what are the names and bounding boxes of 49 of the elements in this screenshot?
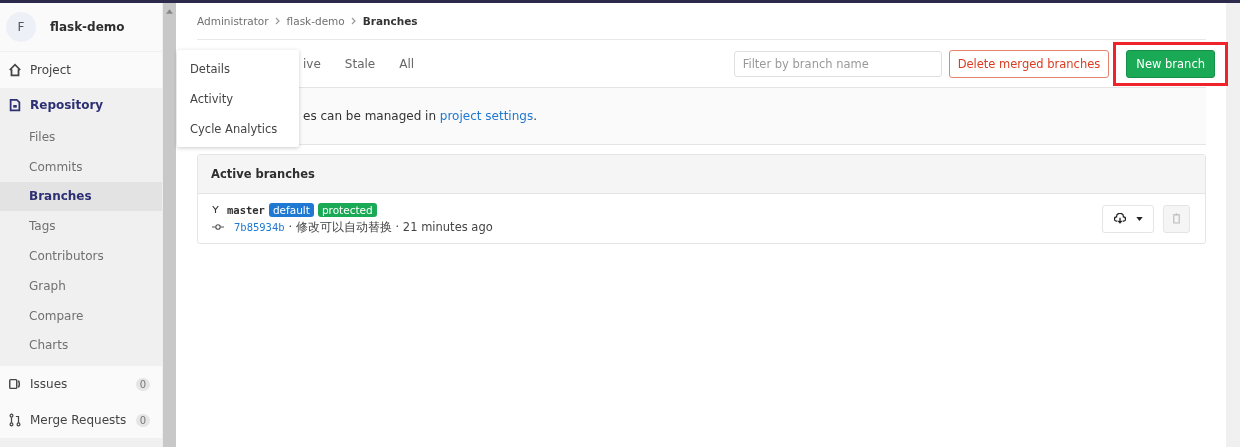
filter-tab[interactable]: Stale (344, 56, 376, 71)
breadcrumb-link[interactable]: flask-demo (286, 15, 345, 27)
commit-message: · 修改可以自动替换 · 21 minutes ago (288, 219, 493, 235)
delete-merged-button[interactable]: Delete merged branches (948, 49, 1110, 78)
breadcrumb-link[interactable]: Administrator (197, 15, 269, 27)
sidebar-item[interactable]: Project (0, 52, 162, 88)
branch-badge: default (268, 202, 314, 217)
sidebar-item[interactable]: Issues 0 (0, 366, 162, 403)
sidebar-subitem[interactable]: Contributors (0, 241, 162, 271)
card-title: Active branches (211, 167, 315, 181)
commit-icon (212, 223, 224, 231)
commit-sha-link[interactable]: 7b85934b (234, 221, 285, 233)
issues-icon (8, 377, 22, 392)
sidebar-subitem[interactable]: Compare (0, 300, 162, 331)
scrollbar-track[interactable] (1226, 3, 1240, 447)
filter-tab[interactable]: All (399, 56, 415, 71)
search-field[interactable]: Filter by branch name (733, 50, 942, 77)
document-icon (8, 98, 22, 112)
menu-item[interactable]: Cycle Analytics (177, 113, 299, 144)
sidebar-subitem[interactable]: Commits (0, 151, 162, 182)
sidebar-subitem[interactable]: Charts (0, 330, 162, 361)
sidebar-subitem[interactable]: Graph (0, 271, 162, 301)
info-text: es can be managed in project settings. (303, 109, 537, 123)
branch-name[interactable]: master (227, 203, 265, 216)
download-dropdown-button[interactable] (1102, 204, 1154, 233)
sidebar-item[interactable]: Repository (0, 88, 162, 122)
sidebar-subitem[interactable]: Tags (0, 211, 162, 242)
home-icon (8, 63, 22, 77)
chevron-right-icon (274, 17, 281, 25)
sidebar-subitem[interactable]: Branches (0, 181, 162, 212)
scroll-up-icon[interactable] (166, 9, 173, 14)
chevron-right-icon (350, 17, 357, 25)
menu-item[interactable]: Activity (177, 83, 299, 114)
breadcrumb-link[interactable]: Branches (362, 15, 418, 27)
count-badge: 0 (135, 413, 150, 427)
count-badge: 0 (135, 377, 150, 391)
caret-down-icon (1135, 216, 1143, 221)
trash-icon (1172, 213, 1181, 224)
branch-icon (212, 205, 219, 214)
sidebar-subitem[interactable]: Files (0, 122, 162, 152)
download-cloud-icon (1113, 213, 1126, 224)
merge-request-icon (8, 413, 22, 428)
filter-tab[interactable]: ive (303, 56, 321, 71)
sidebar-item[interactable]: Merge Requests 0 (0, 402, 162, 439)
menu-item[interactable]: Details (177, 53, 299, 84)
project-avatar[interactable]: F (6, 12, 36, 42)
branch-badge: protected (317, 202, 377, 217)
delete-branch-button[interactable] (1163, 204, 1190, 233)
project-name[interactable]: flask-demo (50, 20, 125, 34)
